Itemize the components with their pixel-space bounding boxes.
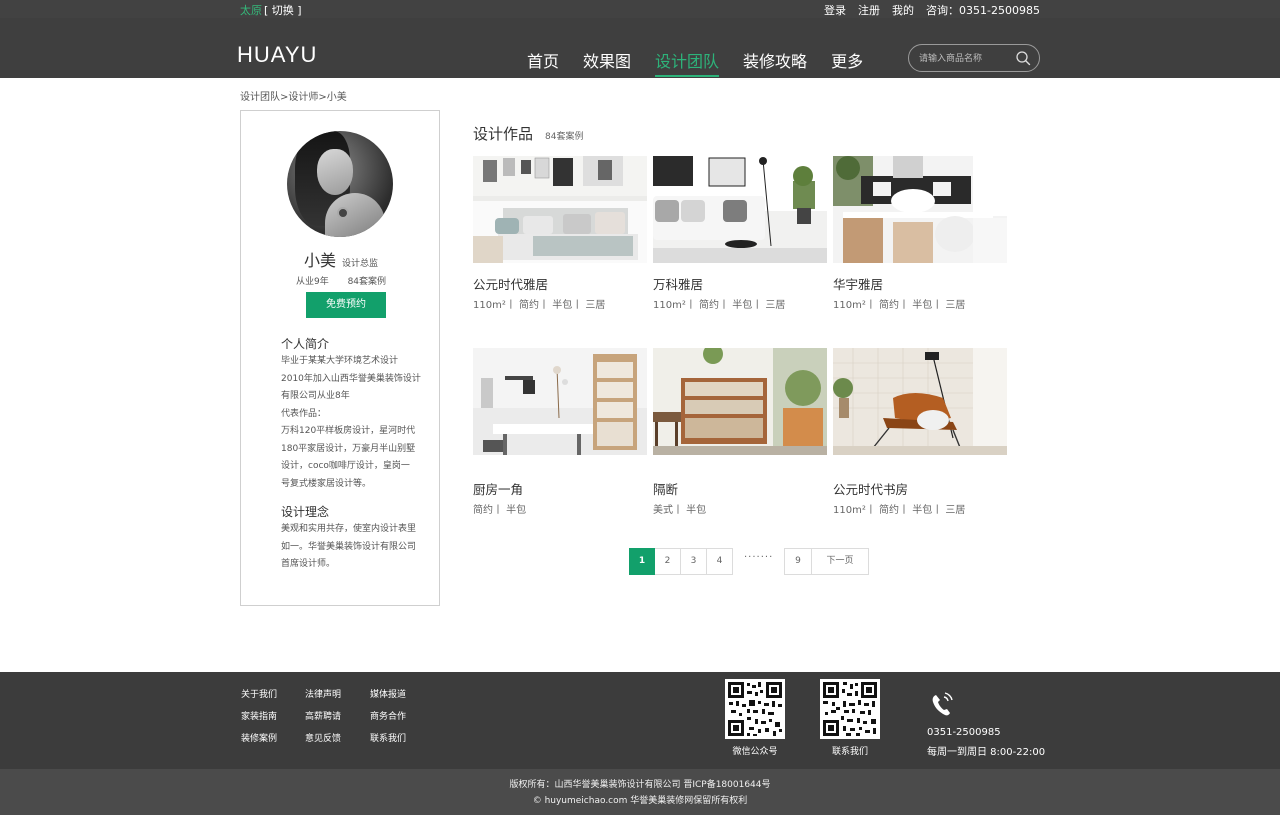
footer-links: 关于我们 法律声明 媒体报道 家装指南 高薪聘请 商务合作 装修案例 意见反馈 … [241,689,435,745]
copyright-line-2: © huyumeichao.com 华誉美巢装修网保留所有权利 [532,796,748,806]
work-title[interactable]: 公元时代书房 [833,479,908,498]
work-title[interactable]: 万科雅居 [653,274,703,293]
work-tags: 美式丨 半包 [653,505,707,516]
works-title: 设计作品 [473,125,534,143]
work-title[interactable]: 厨房一角 [473,479,523,498]
name-row: 小美 设计总监 [241,247,441,271]
philosophy-text: 美观和实用共存，使室内设计表里 如一。华誉美巢装饰设计有限公司 首席设计师。 [281,524,417,569]
page-2[interactable]: 2 [655,548,681,575]
pagination: 1 2 3 4 [629,548,733,575]
work-card[interactable]: 华宇雅居 110m²丨 简约丨 半包丨 三居 [833,156,1007,316]
wechat-qr-code [725,679,785,739]
footer-link-business[interactable]: 商务合作 [370,711,435,723]
nav-decoration-guide[interactable]: 装修攻略 [743,48,807,72]
work-thumbnail[interactable] [833,348,1007,455]
my-account-link[interactable]: 我的 [892,2,914,18]
work-tags: 110m²丨 简约丨 半包丨 三居 [833,505,966,516]
work-thumbnail[interactable] [473,348,647,455]
work-card[interactable]: 公元时代雅居 110m²丨 简约丨 半包丨 三居 [473,156,647,316]
footer-link-jobs[interactable]: 高薪聘请 [305,711,370,723]
nav-renderings[interactable]: 效果图 [583,48,631,72]
footer-phone: 0351-2500985 [927,727,1001,738]
free-booking-button[interactable]: 免费预约 [306,292,386,318]
login-link[interactable]: 登录 [824,2,846,18]
contact-qr-label: 联系我们 [831,747,868,757]
footer-link-about[interactable]: 关于我们 [241,689,305,701]
footer-link-contact[interactable]: 联系我们 [370,733,435,745]
experience-years: 从业9年 [295,277,329,287]
designer-name: 小美 [303,251,336,270]
designer-profile-card: 小美 设计总监 从业9年 84套案例 免费预约 个人简介 毕业于某某大学环境艺术设… [240,110,440,606]
work-card[interactable]: 公元时代书房 110m²丨 简约丨 半包丨 三居 [833,348,1007,520]
work-tags: 简约丨 半包 [473,505,527,516]
phone-icon [932,692,953,716]
page-1[interactable]: 1 [629,548,655,575]
designer-role: 设计总监 [342,259,379,269]
work-thumbnail[interactable] [653,156,827,263]
next-page-button[interactable]: 下一页 [811,548,869,575]
contact-qr-code [820,679,880,739]
work-tags: 110m²丨 简约丨 半包丨 三居 [653,300,786,311]
case-count: 84套案例 [347,277,387,287]
work-thumbnail[interactable] [473,156,647,263]
avatar [287,131,393,237]
page-4[interactable]: 4 [707,548,733,575]
footer-hours: 每周一到周日 8:00-22:00 [927,747,1046,758]
work-tags: 110m²丨 简约丨 半包丨 三居 [833,300,966,311]
nav-design-team[interactable]: 设计团队 [655,48,720,77]
top-links: 登录 注册 我的 咨询：0351-2500985 [824,2,1040,18]
work-card[interactable]: 厨房一角 简约丨 半包 [473,348,647,520]
philosophy-title: 设计理念 [281,505,330,519]
breadcrumb[interactable]: 设计团队>设计师>小美 [240,88,347,103]
work-card[interactable]: 万科雅居 110m²丨 简约丨 半包丨 三居 [653,156,827,316]
works-count: 84套案例 [545,132,584,142]
footer-link-legal[interactable]: 法律声明 [305,689,370,701]
page-3[interactable]: 3 [681,548,707,575]
designer-stats: 从业9年 84套案例 [241,274,441,287]
copyright-bar: 版权所有：山西华誉美巢装饰设计有限公司 晋ICP备18001644号 © huy… [0,769,1280,815]
wechat-qr-label: 微信公众号 [732,747,778,757]
pagination-ellipsis: ······· [744,552,774,563]
city-label[interactable]: 太原 [240,2,262,18]
work-title[interactable]: 华宇雅居 [833,274,883,293]
switch-city-link[interactable]: [ 切换 ] [264,2,302,18]
intro-title: 个人简介 [281,337,330,351]
footer-link-media[interactable]: 媒体报道 [370,689,435,701]
search-input[interactable] [919,50,1015,68]
work-thumbnail[interactable] [833,156,1007,263]
work-card[interactable]: 隔断 美式丨 半包 [653,348,827,520]
consult-phone: 咨询：0351-2500985 [926,4,1040,17]
logo[interactable]: HUAYU [237,42,317,68]
work-thumbnail[interactable] [653,348,827,455]
main-nav: 首页 效果图 设计团队 装修攻略 更多 [527,48,887,77]
nav-home[interactable]: 首页 [527,48,559,72]
header: HUAYU 首页 效果图 设计团队 装修攻略 更多 [0,18,1280,78]
work-title[interactable]: 公元时代雅居 [473,274,548,293]
register-link[interactable]: 注册 [858,2,880,18]
footer-link-cases[interactable]: 装修案例 [241,733,305,745]
copyright-line-1: 版权所有：山西华誉美巢装饰设计有限公司 晋ICP备18001644号 [509,780,771,790]
work-tags: 110m²丨 简约丨 半包丨 三居 [473,300,606,311]
intro-text: 毕业于某某大学环境艺术设计 2010年加入山西华誉美巢装饰设计 有限公司从业8年… [281,356,421,489]
page-9[interactable]: 9 [784,548,812,575]
footer: 关于我们 法律声明 媒体报道 家装指南 高薪聘请 商务合作 装修案例 意见反馈 … [0,672,1280,769]
top-bar: 太原 [ 切换 ] 登录 注册 我的 咨询：0351-2500985 [0,0,1280,18]
search-icon[interactable] [1015,50,1031,66]
footer-link-feedback[interactable]: 意见反馈 [305,733,370,745]
nav-more[interactable]: 更多 [831,48,863,72]
work-title[interactable]: 隔断 [653,479,678,498]
footer-link-guide[interactable]: 家装指南 [241,711,305,723]
search-box [908,44,1040,72]
